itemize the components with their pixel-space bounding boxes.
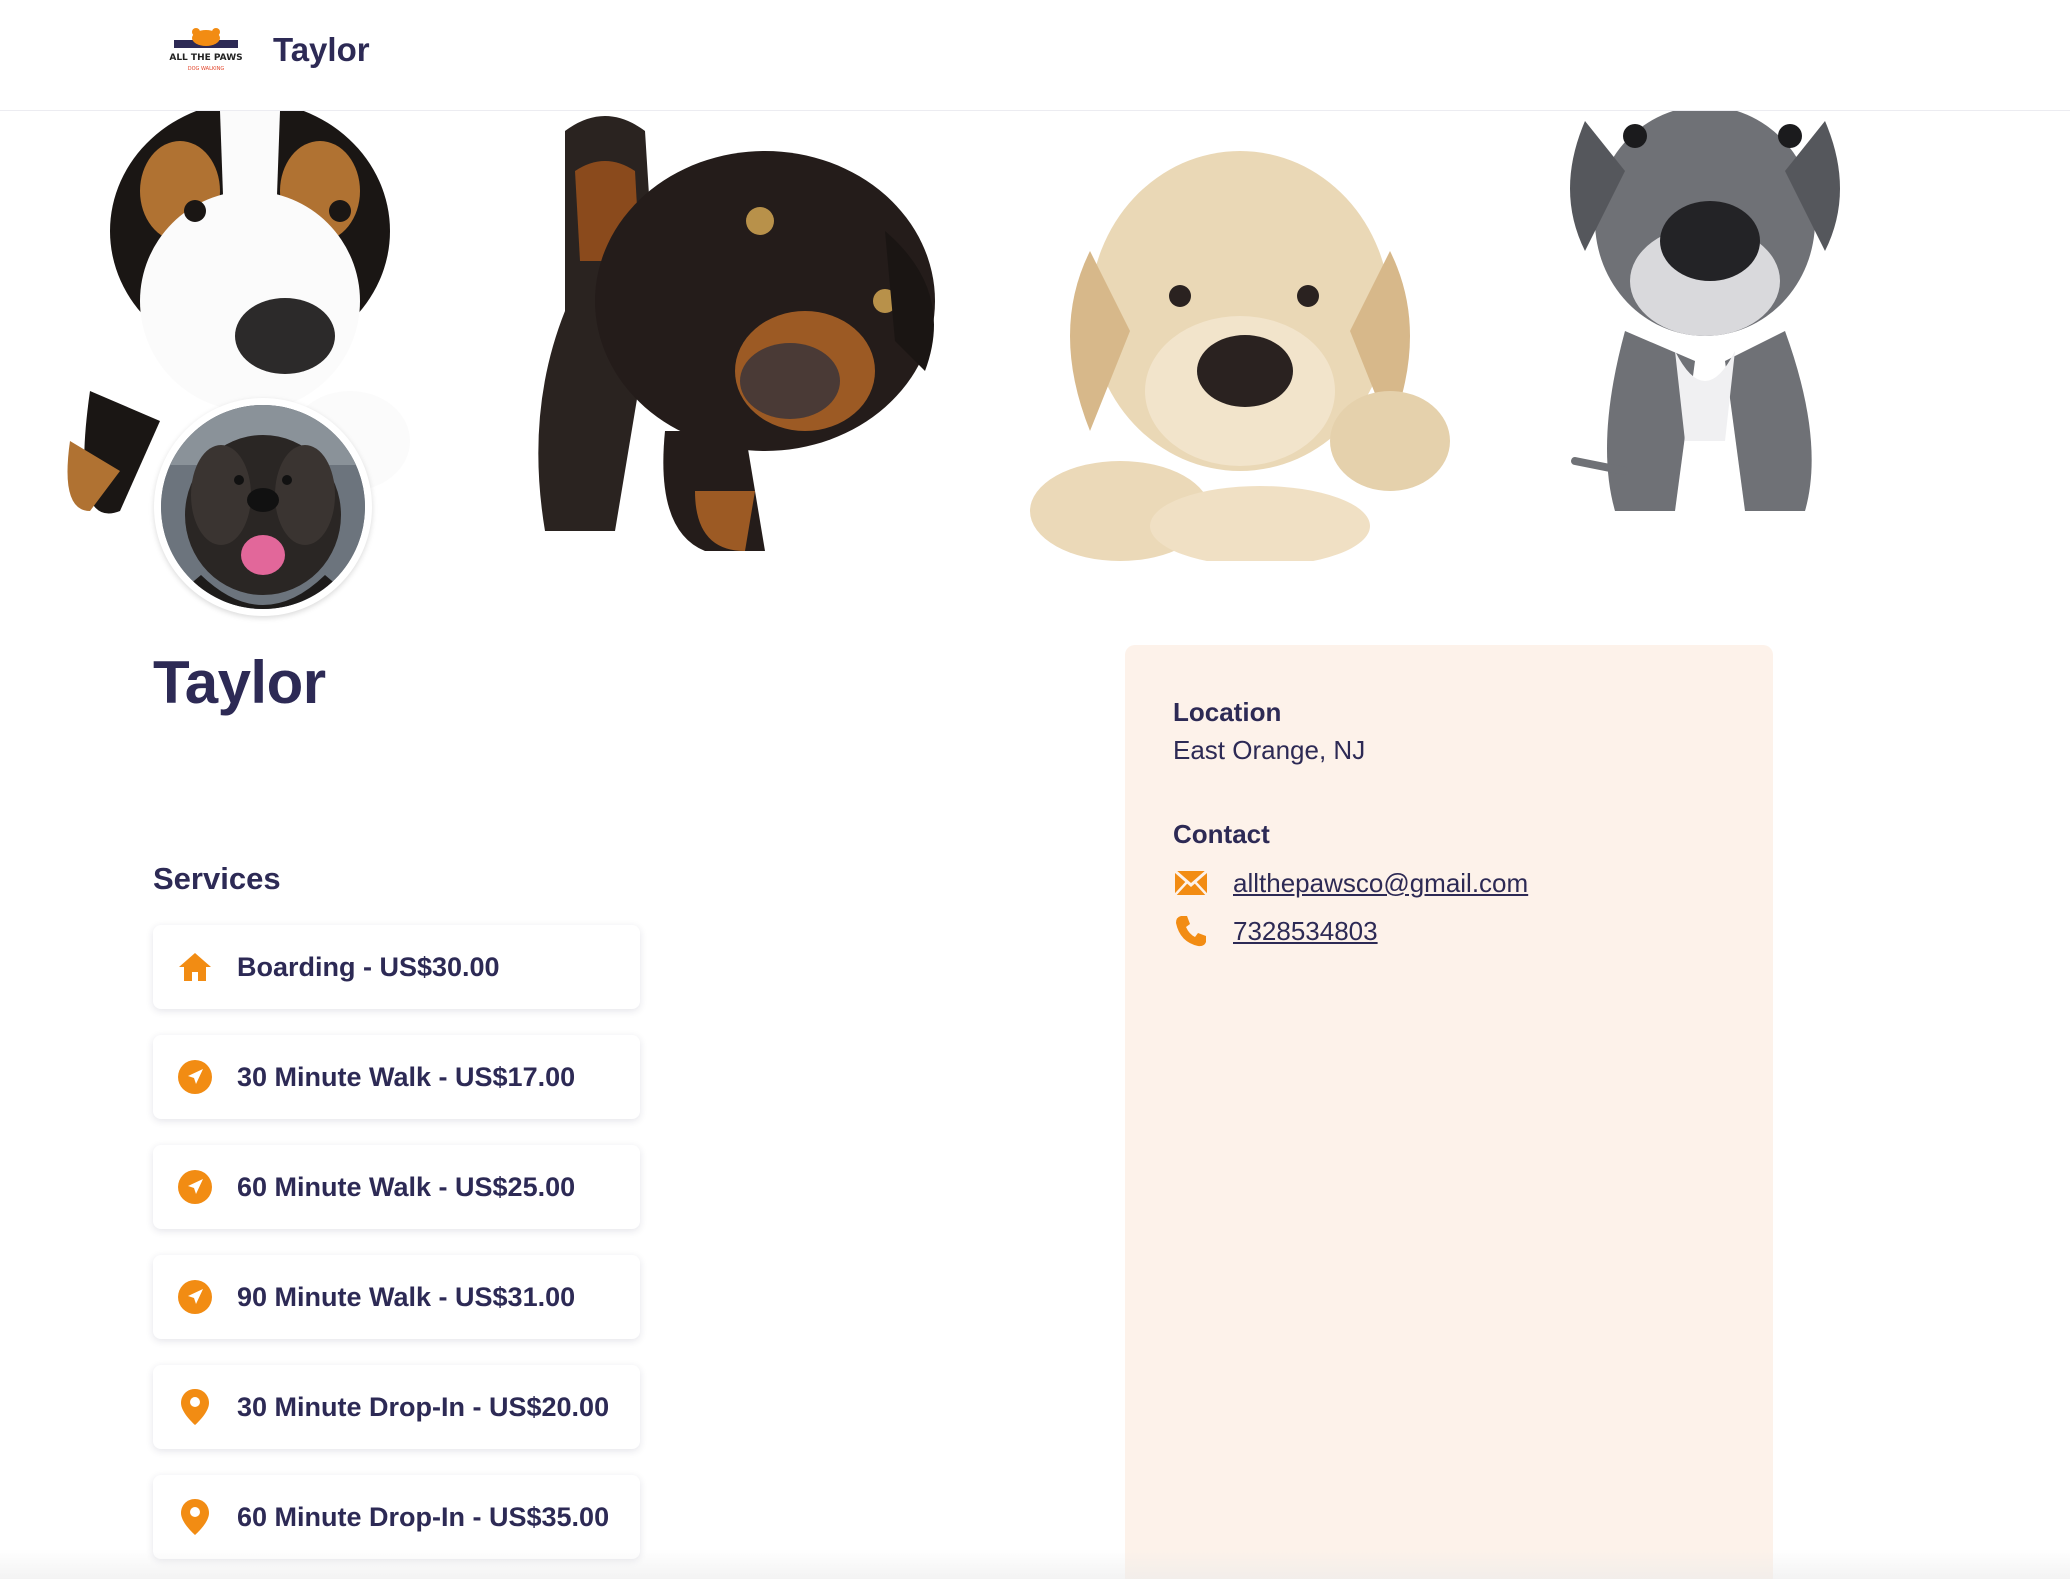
services-list: Boarding - US$30.00 30 Minute Walk - US$…: [153, 925, 640, 1579]
phone-link[interactable]: 7328534803: [1233, 916, 1378, 947]
service-card-boarding[interactable]: Boarding - US$30.00: [153, 925, 640, 1009]
profile-avatar: [154, 398, 372, 616]
service-label: Boarding - US$30.00: [237, 951, 500, 982]
navigation-arrow-icon: [177, 1169, 213, 1205]
puppy-yellow-lab-image: [1030, 151, 1450, 561]
service-card-60-minute-walk[interactable]: 60 Minute Walk - US$25.00: [153, 1145, 640, 1229]
services-heading: Services: [153, 861, 281, 896]
service-card-30-minute-drop-in[interactable]: 30 Minute Drop-In - US$20.00: [153, 1365, 640, 1449]
service-card-90-minute-walk[interactable]: 90 Minute Walk - US$31.00: [153, 1255, 640, 1339]
top-header: ALL THE PAWS DOG WALKING Taylor: [0, 0, 2070, 111]
service-card-30-minute-walk[interactable]: 30 Minute Walk - US$17.00: [153, 1035, 640, 1119]
location-value: East Orange, NJ: [1173, 735, 1366, 765]
location-heading: Location: [1173, 697, 1282, 727]
service-card-60-minute-drop-in[interactable]: 60 Minute Drop-In - US$35.00: [153, 1475, 640, 1559]
envelope-icon: [1173, 867, 1209, 899]
puppy-rottweiler-image: [538, 116, 935, 551]
phone-row: 7328534803: [1173, 915, 1378, 947]
service-label: 90 Minute Walk - US$31.00: [237, 1281, 576, 1312]
service-label: 60 Minute Walk - US$25.00: [237, 1171, 576, 1202]
navigation-arrow-icon: [177, 1279, 213, 1315]
service-label: 30 Minute Drop-In - US$20.00: [237, 1391, 610, 1422]
svg-text:DOG WALKING: DOG WALKING: [188, 66, 225, 72]
all-the-paws-logo[interactable]: ALL THE PAWS DOG WALKING: [168, 26, 244, 80]
contact-heading: Contact: [1173, 819, 1270, 849]
map-pin-icon: [177, 1389, 213, 1425]
profile-name: Taylor: [153, 649, 326, 716]
service-label: 30 Minute Walk - US$17.00: [237, 1061, 576, 1092]
map-pin-icon: [177, 1499, 213, 1535]
navigation-arrow-icon: [177, 1059, 213, 1095]
header-title: Taylor: [273, 31, 370, 68]
service-label: 60 Minute Drop-In - US$35.00: [237, 1501, 610, 1532]
svg-text:ALL THE PAWS: ALL THE PAWS: [169, 53, 242, 63]
puppy-grey-image: [1570, 111, 1840, 511]
email-link[interactable]: allthepawsco@gmail.com: [1233, 868, 1528, 899]
phone-icon: [1173, 915, 1209, 947]
email-row: allthepawsco@gmail.com: [1173, 867, 1528, 899]
house-icon: [177, 949, 213, 985]
info-panel: Location East Orange, NJ Contact allthep…: [1125, 645, 1773, 1579]
